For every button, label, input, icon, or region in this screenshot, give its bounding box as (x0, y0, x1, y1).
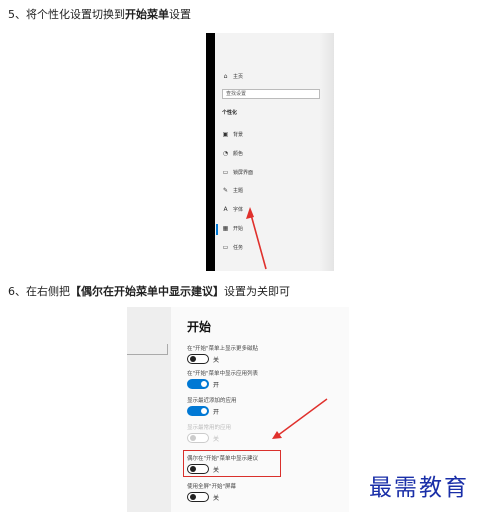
watermark-logo: 最需教育 (369, 475, 469, 501)
step-6-instruction: 6、在右侧把【偶尔在开始菜单中显示建议】设置为关即可 (8, 283, 290, 299)
personalization-settings-screenshot: ⌂ 主页 查找设置 个性化 ▣ 背景 ◔ 颜色 ▭ 锁屏界面 ✎ 主题 A 字体 ▦ 开始 ▭ 任务 (206, 33, 334, 271)
step-6-suffix: 设置为关即可 (224, 285, 290, 298)
step-6-text: 6、在右侧把 (8, 285, 70, 298)
red-arrow-1 (246, 207, 267, 270)
step-5-instruction: 5、将个性化设置切换到开始菜单设置 (8, 6, 191, 22)
step-6-bold-text: 【偶尔在开始菜单中显示建议】 (70, 285, 224, 298)
step-5-bold-text: 开始菜单 (125, 8, 169, 21)
start-settings-screenshot: 开始 在"开始"菜单上显示更多磁贴关在"开始"菜单中显示应用列表开显示最近添加的… (127, 307, 349, 512)
step-5-suffix: 设置 (169, 8, 191, 21)
step-5-text: 5、将个性化设置切换到 (8, 8, 125, 21)
red-arrow-2 (272, 398, 328, 439)
